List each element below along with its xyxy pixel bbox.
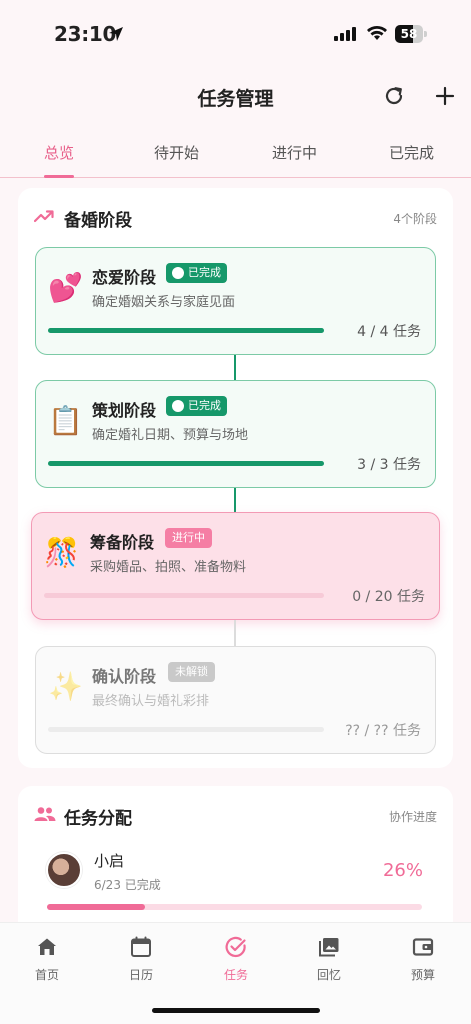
tab-bar: 总览 待开始 进行中 已完成 [0, 130, 471, 178]
task-count: ?? / ?? 任务 [345, 723, 421, 739]
hearts-icon: 💕 [48, 271, 83, 304]
status-bar: 23:10 58 [0, 0, 471, 70]
progress-bar [48, 727, 324, 732]
screen: 23:10 58 任务管理 总览 待开始 进行中 已完成 备婚阶段 4个阶段 💕… [0, 0, 471, 1024]
stage-love[interactable]: 💕 恋爱阶段 已完成 确定婚姻关系与家庭见面 4 / 4 任务 [35, 247, 436, 355]
status-badge: 已完成 [166, 396, 227, 416]
stages-card-title: 备婚阶段 [64, 211, 132, 231]
progress-bar [44, 593, 324, 598]
battery-level: 58 [400, 27, 418, 41]
avatar[interactable] [46, 852, 82, 888]
tab-underline [44, 175, 74, 178]
stage-desc: 最终确认与婚礼彩排 [92, 694, 210, 709]
member-progress-bar [47, 904, 422, 910]
tab-pending[interactable]: 待开始 [154, 142, 199, 163]
add-icon[interactable] [433, 84, 457, 108]
collab-progress-label: 协作进度 [388, 810, 437, 824]
stages-card: 备婚阶段 4个阶段 💕 恋爱阶段 已完成 确定婚姻关系与家庭见面 4 / 4 任… [18, 188, 453, 768]
nav-label: 任务 [223, 968, 248, 982]
clock: 23:10 [54, 22, 117, 46]
check-circle-icon [225, 936, 246, 958]
nav-memories[interactable]: 回忆 [299, 935, 359, 983]
check-icon [172, 400, 184, 412]
status-badge: 进行中 [165, 528, 212, 548]
battery-icon: 58 [395, 25, 427, 43]
nav-home[interactable]: 首页 [17, 935, 77, 983]
tab-overview[interactable]: 总览 [44, 142, 74, 163]
nav-label: 预算 [410, 968, 435, 982]
refresh-icon[interactable] [382, 84, 406, 108]
progress-bar [48, 328, 324, 333]
confetti-icon: 🎊 [44, 536, 79, 569]
nav-label: 首页 [34, 968, 59, 982]
stage-connector [234, 620, 236, 646]
stage-name: 确认阶段 [92, 667, 157, 686]
task-count: 4 / 4 任务 [357, 324, 421, 340]
member-completed: 6/23 已完成 [94, 878, 161, 892]
stage-connector [234, 355, 236, 380]
assignment-card-header: 任务分配 协作进度 [34, 804, 437, 830]
tab-in-progress[interactable]: 进行中 [272, 142, 317, 163]
check-icon [172, 267, 184, 279]
stage-name: 筹备阶段 [90, 533, 155, 552]
nav-calendar[interactable]: 日历 [111, 935, 171, 983]
member-percent: 26% [382, 860, 423, 881]
stage-planning[interactable]: 📋 策划阶段 已完成 确定婚礼日期、预算与场地 3 / 3 任务 [35, 380, 436, 488]
stage-desc: 确定婚姻关系与家庭见面 [92, 295, 236, 310]
stage-connector [234, 488, 236, 512]
tab-completed[interactable]: 已完成 [389, 142, 434, 163]
calendar-icon [131, 936, 151, 957]
nav-label: 回忆 [316, 968, 341, 982]
member-name: 小启 [94, 852, 125, 870]
photos-icon [319, 938, 339, 957]
task-count: 3 / 3 任务 [357, 457, 421, 473]
nav-label: 日历 [128, 968, 153, 982]
stage-name: 策划阶段 [92, 401, 157, 420]
cellular-signal-icon [334, 27, 356, 41]
header: 任务管理 [0, 70, 471, 124]
status-badge: 未解锁 [168, 662, 215, 682]
stage-preparation[interactable]: 🎊 筹备阶段 进行中 采购婚品、拍照、准备物料 0 / 20 任务 [31, 512, 440, 620]
nav-budget[interactable]: 预算 [393, 935, 453, 983]
sparkles-icon: ✨ [48, 670, 83, 703]
stages-card-header: 备婚阶段 4个阶段 [34, 206, 437, 232]
assignment-card-title: 任务分配 [64, 809, 132, 829]
trending-up-icon [34, 210, 54, 223]
stage-desc: 确定婚礼日期、预算与场地 [92, 428, 249, 443]
stage-desc: 采购婚品、拍照、准备物料 [90, 560, 247, 575]
stages-count: 4个阶段 [393, 212, 437, 226]
people-icon [34, 807, 56, 821]
wallet-icon [412, 938, 434, 956]
stage-name: 恋爱阶段 [92, 268, 157, 287]
location-arrow-icon [109, 27, 123, 41]
progress-bar [48, 461, 324, 466]
home-icon [38, 938, 56, 955]
stage-confirm: ✨ 确认阶段 未解锁 最终确认与婚礼彩排 ?? / ?? 任务 [35, 646, 436, 754]
assignment-card: 任务分配 协作进度 小启 6/23 已完成 26% [18, 786, 453, 936]
wifi-icon [367, 26, 387, 40]
home-indicator [152, 1008, 320, 1013]
task-count: 0 / 20 任务 [352, 589, 425, 605]
nav-tasks[interactable]: 任务 [206, 935, 266, 983]
status-badge: 已完成 [166, 263, 227, 283]
clipboard-icon: 📋 [48, 404, 83, 437]
